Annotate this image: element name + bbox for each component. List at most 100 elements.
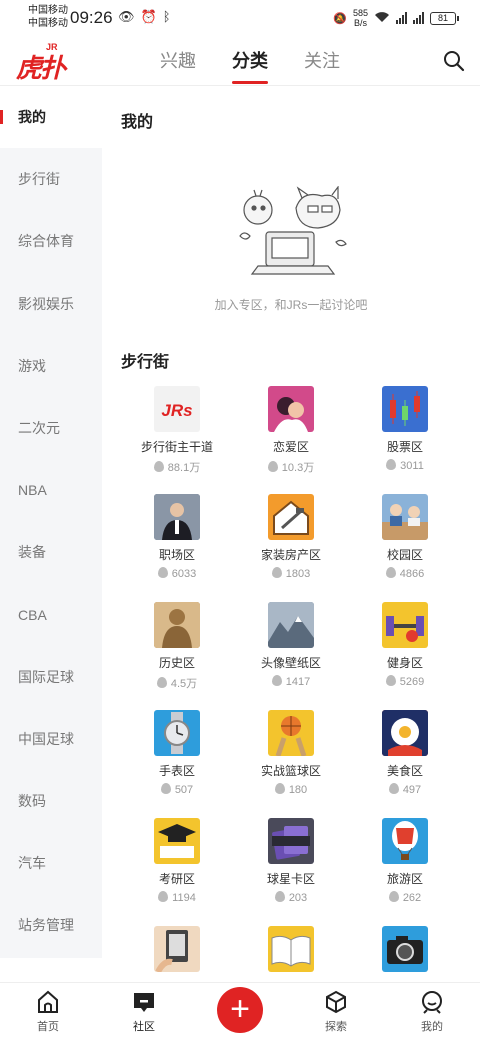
speed-unit: B/s [353, 18, 367, 28]
bluetooth-icon: ᛒ [162, 9, 177, 24]
forum-name: 历史区 [158, 656, 195, 670]
sidebar-item-cars[interactable]: 汽车 [0, 832, 102, 894]
forum-count: 10.3万 [228, 459, 354, 475]
flame-icon [158, 891, 169, 902]
signal-2-icon [413, 12, 424, 24]
forum-count-value: 88.1万 [167, 462, 201, 474]
battery-icon: 81 [430, 11, 459, 25]
bottom-tab-mine[interactable]: 我的 [402, 989, 462, 1034]
bottom-tab-community[interactable]: 社区 [114, 989, 174, 1034]
sidebar-item-acg[interactable]: 二次元 [0, 397, 102, 459]
forum-card[interactable] [228, 926, 354, 982]
mountain-wallpaper-icon [268, 602, 314, 648]
profile-face-icon [419, 989, 445, 1015]
forum-count-value: 5269 [399, 676, 425, 688]
flame-icon [267, 461, 278, 472]
forum-card[interactable]: 美食区 497 [342, 710, 468, 818]
forum-count: 6033 [114, 567, 240, 580]
forum-name: 球星卡区 [266, 872, 315, 886]
forum-name: 头像壁纸区 [260, 656, 321, 670]
forum-count: 4866 [342, 567, 468, 580]
carrier-1: 中国移动 [28, 5, 68, 16]
forum-name: 职场区 [158, 548, 195, 562]
flame-icon [385, 567, 396, 578]
flame-icon [388, 783, 399, 794]
forum-name: 旅游区 [386, 872, 423, 886]
forum-card[interactable]: 校园区 4866 [342, 494, 468, 602]
flame-icon [271, 567, 282, 578]
speed-value: 585 [352, 8, 368, 18]
forum-name: 考研区 [158, 872, 195, 886]
forum-card[interactable]: 实战篮球区 180 [228, 710, 354, 818]
forum-count-value: 6033 [171, 568, 197, 580]
wifi-icon [374, 11, 390, 26]
forum-name: 家装房产区 [260, 548, 321, 562]
category-sidebar: 我的 步行街 综合体育 影视娱乐 游戏 二次元 NBA 装备 CBA 国际足球 … [0, 86, 102, 958]
community-chat-icon [131, 989, 157, 1015]
app-logo[interactable]: 虎扑 JR [16, 42, 66, 83]
sidebar-item-games[interactable]: 游戏 [0, 335, 102, 397]
forum-count-value: 4866 [399, 568, 425, 580]
search-icon[interactable] [442, 49, 466, 73]
sidebar-item-site-admin[interactable]: 站务管理 [0, 894, 102, 956]
forum-name: 校园区 [386, 548, 423, 562]
forum-card[interactable]: 球星卡区 203 [228, 818, 354, 926]
forum-card[interactable]: 手表区 507 [114, 710, 240, 818]
forum-count-value: 180 [288, 784, 308, 796]
fried-egg-icon [382, 710, 428, 756]
forum-card[interactable]: 健身区 5269 [342, 602, 468, 710]
sidebar-item-nba[interactable]: NBA [0, 459, 102, 521]
carrier-2: 中国移动 [28, 18, 68, 29]
forum-count: 3011 [342, 459, 468, 472]
forum-card[interactable] [342, 926, 468, 982]
network-speed: 585 B/s [353, 8, 368, 28]
tab-interest[interactable]: 兴趣 [160, 36, 196, 86]
explore-cube-icon [323, 989, 349, 1015]
forum-count: 1803 [228, 567, 354, 580]
forum-card[interactable]: 股票区 3011 [342, 386, 468, 494]
sidebar-item-mine[interactable]: 我的 [0, 86, 102, 149]
love-couple-icon [268, 386, 314, 432]
forum-card[interactable]: JRs 步行街主干道 88.1万 [114, 386, 240, 494]
forum-count: 203 [228, 891, 354, 904]
forum-card[interactable]: 头像壁纸区 1417 [228, 602, 354, 710]
logo-text: 虎扑 [16, 53, 66, 83]
forum-card[interactable]: 旅游区 262 [342, 818, 468, 926]
sidebar-item-entertainment[interactable]: 影视娱乐 [0, 273, 102, 335]
camera-icon [382, 926, 428, 972]
flame-icon [386, 459, 397, 470]
forum-card[interactable]: 考研区 1194 [114, 818, 240, 926]
flame-icon [271, 675, 282, 686]
bottom-tab-home[interactable]: 首页 [18, 989, 78, 1034]
sidebar-item-pedestrian-street[interactable]: 步行街 [0, 148, 102, 210]
forum-count-value: 262 [402, 892, 422, 904]
top-navigation: 虎扑 JR 兴趣 分类 关注 [0, 36, 480, 86]
sidebar-item-gear[interactable]: 装备 [0, 521, 102, 583]
bottom-tab-explore[interactable]: 探索 [306, 989, 366, 1034]
create-post-button[interactable]: + [217, 987, 263, 1033]
bottom-tab-label: 社区 [133, 1021, 155, 1033]
sidebar-item-china-football[interactable]: 中国足球 [0, 708, 102, 770]
svg-text:JRs: JRs [161, 401, 192, 420]
forum-name: 恋爱区 [272, 440, 309, 454]
sidebar-item-intl-football[interactable]: 国际足球 [0, 646, 102, 708]
forum-card[interactable]: 恋爱区 10.3万 [228, 386, 354, 494]
forum-name: 步行街主干道 [140, 440, 213, 454]
sidebar-item-cba[interactable]: CBA [0, 584, 102, 646]
tab-category[interactable]: 分类 [232, 36, 268, 86]
hot-air-balloon-icon [382, 818, 428, 864]
sidebar-item-digital[interactable]: 数码 [0, 770, 102, 832]
forum-card[interactable]: 家装房产区 1803 [228, 494, 354, 602]
forum-card[interactable]: 历史区 4.5万 [114, 602, 240, 710]
sidebar-item-general-sports[interactable]: 综合体育 [0, 210, 102, 272]
forum-card[interactable] [114, 926, 240, 982]
tab-following[interactable]: 关注 [304, 36, 340, 86]
status-time: 09:26 [70, 8, 113, 27]
graduation-cap-icon [154, 818, 200, 864]
flame-icon [274, 891, 285, 902]
forum-count: 1194 [114, 891, 240, 904]
forum-count-value: 3011 [400, 460, 424, 472]
status-right-group: 🔕 585 B/s 81 [333, 8, 459, 28]
forum-card[interactable]: 职场区 6033 [114, 494, 240, 602]
open-book-icon [268, 926, 314, 972]
